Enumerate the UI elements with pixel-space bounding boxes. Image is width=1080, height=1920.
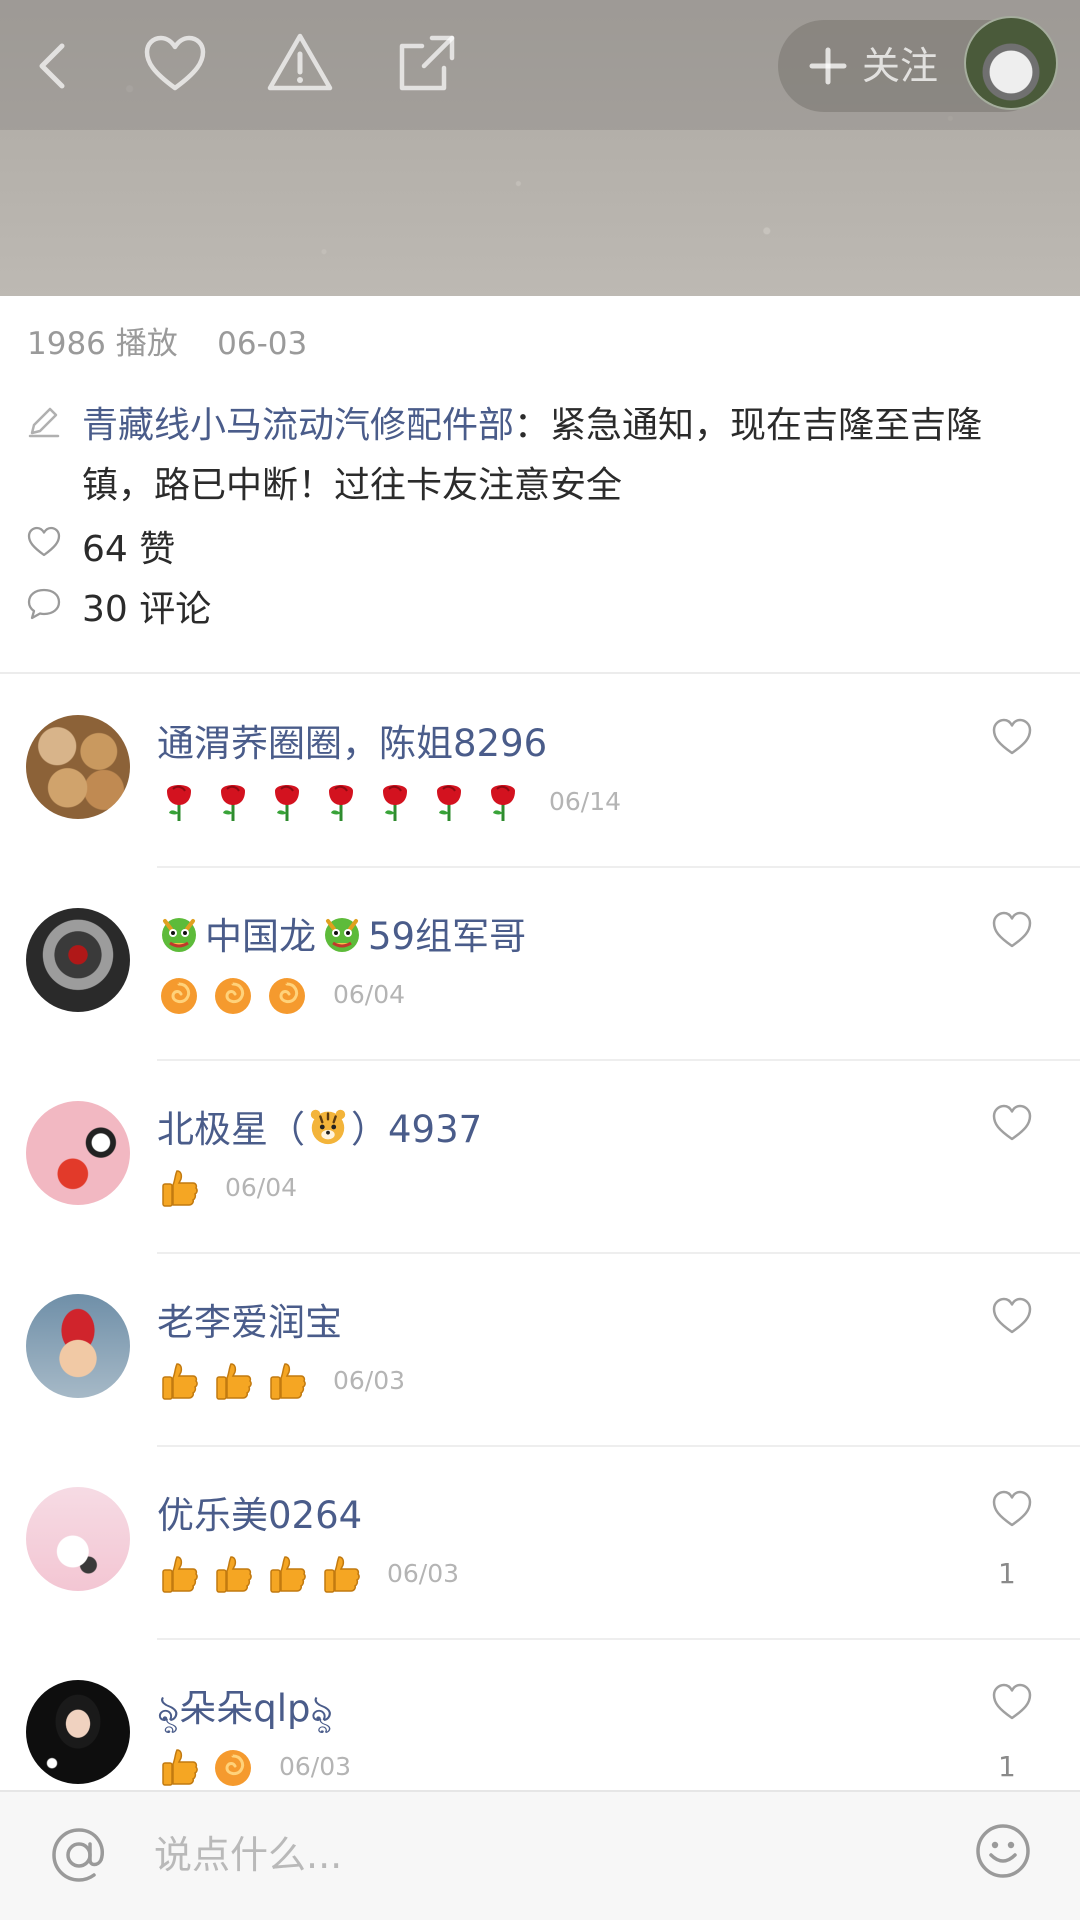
rose-icon <box>275 785 299 821</box>
heart-icon[interactable] <box>990 908 1034 952</box>
thumbs-up-icon <box>270 1556 306 1593</box>
heart-icon[interactable] <box>990 1487 1034 1531</box>
heart-icon[interactable] <box>135 24 215 104</box>
plus-icon <box>809 47 847 85</box>
thumbs-up-icon <box>216 1363 252 1400</box>
heart-icon[interactable] <box>990 1294 1034 1338</box>
commenter-avatar[interactable] <box>26 1680 130 1784</box>
commenter-avatar[interactable] <box>26 715 130 819</box>
tiger-icon <box>310 1109 346 1145</box>
comment-count: 30 评论 <box>82 589 212 630</box>
thumbs-up-icon <box>270 1363 306 1400</box>
post-author[interactable]: 青藏线小马流动汽修配件部 <box>82 405 514 446</box>
rose-icon <box>383 785 407 821</box>
at-mention-icon[interactable] <box>48 1824 110 1886</box>
like-count: 64 赞 <box>82 529 176 570</box>
thumbs-up-icon <box>162 1556 198 1593</box>
swirl-icon <box>161 978 197 1014</box>
comment-item[interactable]: 老李爱润宝 06/03 <box>0 1254 1080 1447</box>
post-date: 06-03 <box>217 326 308 362</box>
dragon-icon <box>325 918 359 952</box>
rose-icon <box>491 785 515 821</box>
post-detail-page: 关注 1986 播放 06-03 青藏线小马流动汽修配件部：紧急通知，现在吉隆至… <box>0 0 1080 1920</box>
commenter-name[interactable]: 老李爱润宝 <box>157 1292 342 1346</box>
rose-icon <box>437 785 461 821</box>
thumbs-up-icon <box>216 1556 252 1593</box>
commenter-name[interactable]: 北极星（ ）4937 <box>157 1099 482 1153</box>
comment-date: 06/04 <box>333 979 406 1009</box>
comment-input[interactable] <box>154 1824 934 1886</box>
post-meta: 1986 播放 06-03 <box>27 318 307 363</box>
swirl-icon <box>215 978 251 1014</box>
comment-body: 06/14 <box>157 775 621 827</box>
commenter-name-part: 中国龙 <box>205 915 316 958</box>
post-text: 青藏线小马流动汽修配件部：紧急通知，现在吉隆至吉隆镇，路已中断！过往卡友注意安全 <box>82 396 1012 516</box>
top-toolbar: 关注 <box>0 0 1080 130</box>
rose-icon <box>167 785 191 821</box>
comment-like-count: 1 <box>998 1557 1016 1590</box>
commenter-avatar[interactable] <box>26 1487 130 1591</box>
emoji-smile-icon[interactable] <box>974 1822 1032 1880</box>
heart-icon[interactable] <box>990 715 1034 759</box>
commenter-avatar[interactable] <box>26 908 130 1012</box>
comment-item[interactable]: 优乐美0264 06/03 1 <box>0 1447 1080 1640</box>
comment-body: 06/04 <box>157 1161 297 1213</box>
swirl-icon <box>269 978 305 1014</box>
dragon-icon <box>162 918 196 952</box>
comment-date: 06/14 <box>549 786 622 816</box>
report-warning-icon[interactable] <box>260 24 340 104</box>
comment-date: 06/03 <box>279 1751 352 1781</box>
comment-date: 06/03 <box>333 1365 406 1395</box>
share-icon[interactable] <box>386 24 466 104</box>
commenter-name[interactable]: 通渭荞圈圈，陈姐8296 <box>157 713 547 767</box>
comment-body: 06/03 <box>157 1547 459 1599</box>
post-separator: ： <box>514 405 551 446</box>
comment-item[interactable]: 通渭荞圈圈，陈姐8296 06/14 <box>0 675 1080 868</box>
like-icon[interactable] <box>26 524 62 560</box>
video-preview[interactable]: 关注 <box>0 0 1080 296</box>
rose-icon <box>221 785 245 821</box>
rose-icon <box>329 785 353 821</box>
play-count: 1986 播放 <box>27 326 178 362</box>
thumbs-up-icon <box>324 1556 360 1593</box>
commenter-avatar[interactable] <box>26 1101 130 1205</box>
commenter-name-part: 北极星（ <box>157 1108 305 1151</box>
comment-like-count: 1 <box>998 1750 1016 1783</box>
swirl-icon <box>215 1750 251 1786</box>
comment-body: 06/04 <box>157 968 405 1020</box>
commenter-name-part: ）4937 <box>351 1108 483 1151</box>
edit-icon <box>28 407 60 438</box>
comment-input-bar <box>0 1790 1080 1920</box>
heart-icon[interactable] <box>990 1680 1034 1724</box>
comment-body: 06/03 <box>157 1354 405 1406</box>
thumbs-up-icon <box>162 1749 198 1786</box>
thumbs-up-icon <box>162 1170 198 1207</box>
commenter-name-part: 59组军哥 <box>368 915 527 958</box>
follow-label: 关注 <box>862 44 939 88</box>
comment-icon[interactable] <box>26 585 62 621</box>
commenter-avatar[interactable] <box>26 1294 130 1398</box>
commenter-name[interactable]: 优乐美0264 <box>157 1485 362 1539</box>
author-avatar[interactable] <box>964 16 1058 110</box>
comment-item[interactable]: 中国龙 59组军哥 06/04 <box>0 868 1080 1061</box>
commenter-name[interactable]: ৡ朵朵qlpৡ <box>157 1678 333 1742</box>
thumbs-up-icon <box>162 1363 198 1400</box>
comment-body: 06/03 <box>157 1740 351 1792</box>
comment-date: 06/04 <box>225 1172 298 1202</box>
comment-date: 06/03 <box>387 1558 460 1588</box>
heart-icon[interactable] <box>990 1101 1034 1145</box>
comment-item[interactable]: 北极星（ ）4937 06/04 <box>0 1061 1080 1254</box>
commenter-name[interactable]: 中国龙 59组军哥 <box>157 906 526 960</box>
section-divider <box>0 672 1080 674</box>
back-icon[interactable] <box>14 24 94 104</box>
